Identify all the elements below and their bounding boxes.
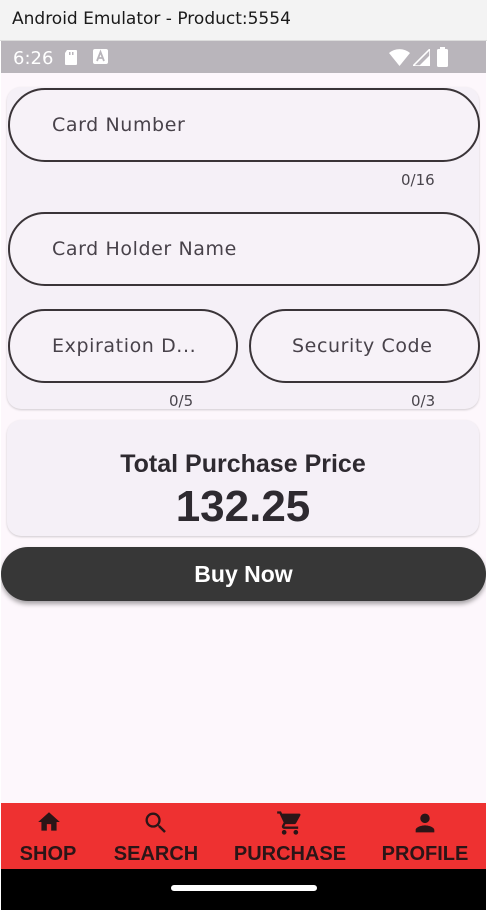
security-code-counter: 0/3 — [411, 392, 436, 410]
nav-label-purchase: PURCHASE — [233, 843, 347, 865]
expiration-input[interactable] — [10, 311, 236, 381]
nav-item-purchase[interactable]: PURCHASE — [227, 803, 353, 869]
window-title: Android Emulator - Product:5554 — [12, 9, 291, 29]
nav-item-profile[interactable]: PROFILE — [379, 803, 471, 869]
nav-item-shop[interactable]: SHOP — [11, 803, 85, 869]
status-bar: 6:26 — [1, 41, 486, 73]
card-holder-field[interactable] — [8, 212, 480, 286]
nav-label-profile: PROFILE — [381, 843, 469, 865]
expiration-field[interactable] — [8, 309, 238, 383]
person-icon — [415, 813, 435, 833]
cell-signal-icon — [413, 49, 430, 66]
total-price-label: Total Purchase Price — [120, 450, 366, 478]
search-icon — [145, 812, 166, 833]
wifi-icon — [389, 49, 410, 66]
status-time: 6:26 — [13, 48, 54, 69]
phone-screen: 6:26 0/16 0/5 — [1, 41, 486, 910]
cart-icon — [277, 811, 301, 835]
nav-label-shop: SHOP — [19, 843, 77, 865]
nav-item-search[interactable]: SEARCH — [109, 803, 203, 869]
security-code-input[interactable] — [251, 311, 478, 381]
system-navigation-bar — [1, 869, 486, 910]
card-number-input[interactable] — [10, 90, 478, 160]
keyboard-a-icon — [93, 49, 108, 64]
card-number-field[interactable] — [8, 88, 480, 162]
total-price-value: 132.25 — [175, 482, 311, 531]
emulator-title-bar: Android Emulator - Product:5554 — [0, 0, 487, 41]
security-code-field[interactable] — [249, 309, 480, 383]
nav-label-search: SEARCH — [113, 843, 199, 865]
buy-now-button[interactable]: Buy Now — [1, 547, 486, 601]
card-holder-input[interactable] — [10, 214, 478, 284]
home-gesture-handle[interactable] — [171, 885, 317, 891]
card-number-counter: 0/16 — [401, 171, 435, 189]
payment-form-card: 0/16 0/5 0/3 — [7, 87, 480, 410]
sd-card-icon — [65, 50, 77, 65]
home-icon — [38, 812, 60, 831]
bottom-navigation: SHOP SEARCH PURCHASE PROFILE — [1, 803, 486, 869]
battery-icon — [437, 47, 448, 67]
total-price-card: Total Purchase Price 132.25 — [7, 420, 479, 536]
expiration-counter: 0/5 — [169, 392, 194, 410]
